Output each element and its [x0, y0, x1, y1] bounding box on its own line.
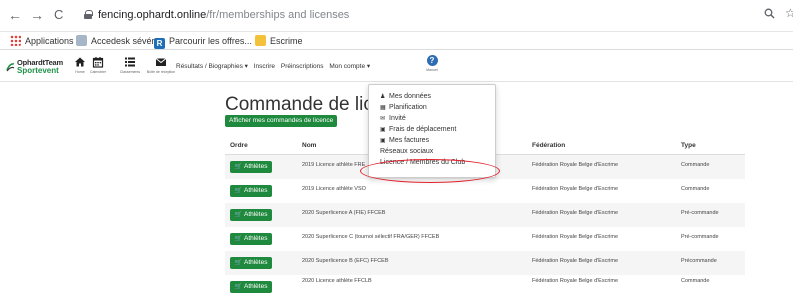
- menu-item-my-data[interactable]: ♟ Mes données: [369, 91, 495, 102]
- cell-nom: 2020 Superlicence A (FIE) FFCEB: [302, 210, 386, 216]
- table-row: 🛒 Athlètes 2019 Licence athlète VSO Fédér…: [225, 179, 745, 203]
- bookmark-parcourir[interactable]: R Parcourir les offres...: [154, 35, 252, 49]
- column-header-type[interactable]: Type: [681, 142, 696, 149]
- nav-inbox[interactable]: Boîte de réception: [146, 56, 176, 74]
- folder-icon: [255, 35, 266, 46]
- athletes-button[interactable]: 🛒 Athlètes: [230, 185, 272, 197]
- my-account-dropdown: ♟ Mes données ▦ Planification ✉ Invité ▣ Fra…: [368, 84, 496, 178]
- help-icon: ?: [426, 55, 438, 66]
- cell-federation: Fédération Royale Belge d'Escrime: [532, 162, 619, 168]
- url-host: fencing.ophardt.online: [98, 9, 207, 21]
- athletes-button[interactable]: 🛒 Athlètes: [230, 257, 272, 269]
- cell-federation: Fédération Royale Belge d'Escrime: [532, 278, 619, 284]
- calendar-icon: [92, 57, 104, 68]
- table-row: 🛒 Athlètes 2020 Superlicence A (FIE) FFCE…: [225, 203, 745, 227]
- logo-mark-icon: [6, 63, 15, 72]
- athletes-button[interactable]: 🛒 Athlètes: [230, 281, 272, 293]
- cart-icon: 🛒: [234, 284, 242, 290]
- r-icon: R: [154, 38, 165, 49]
- forward-button[interactable]: →: [30, 8, 44, 22]
- cell-type: Pré-commande: [681, 234, 719, 240]
- lock-icon: [84, 10, 93, 19]
- cart-icon: 🛒: [234, 188, 242, 194]
- menu-my-account[interactable]: Mon compte ▾: [329, 63, 370, 70]
- column-header-nom[interactable]: Nom: [302, 142, 316, 149]
- home-icon: [75, 57, 85, 67]
- nav-rankings[interactable]: Classements: [118, 56, 142, 74]
- table-row: 🛒 Athlètes 2020 Superlicence B (EFC) FFCE…: [225, 251, 745, 275]
- menu-item-planning[interactable]: ▦ Planification: [369, 102, 495, 113]
- cell-type: Commande: [681, 186, 710, 192]
- cart-icon: 🛒: [234, 164, 242, 170]
- cell-nom: 2019 Licence athlète FRE: [302, 162, 366, 168]
- cart-icon: 🛒: [234, 236, 242, 242]
- bookmarks-bar: Applications Accedesk sévérer R Parcourir…: [0, 32, 793, 50]
- ophardt-logo[interactable]: OphardtTeam Sportevent: [6, 58, 68, 78]
- menu-preregistrations[interactable]: Préinscriptions: [281, 63, 324, 70]
- column-header-federation[interactable]: Fédération: [532, 142, 565, 149]
- athletes-button[interactable]: 🛒 Athlètes: [230, 161, 272, 173]
- mail-icon: [155, 58, 167, 66]
- url-path: /fr/memberships and licenses: [206, 9, 350, 21]
- site-header: OphardtTeam Sportevent Home Calendrier C…: [0, 52, 793, 82]
- help-button[interactable]: ? Manuel: [422, 55, 442, 72]
- back-button[interactable]: ←: [8, 8, 22, 22]
- show-my-orders-button[interactable]: Afficher mes commandes de licence: [225, 115, 338, 127]
- cell-nom: 2019 Licence athlète VSO: [302, 186, 366, 192]
- nav-calendar[interactable]: Calendrier: [86, 56, 110, 74]
- cell-type: Pré-commande: [681, 210, 719, 216]
- table-row: 🛒 Athlètes 2020 Licence athlète FFCLB Féd…: [225, 275, 745, 293]
- athletes-button[interactable]: 🛒 Athlètes: [230, 209, 272, 221]
- cell-federation: Fédération Royale Belge d'Escrime: [532, 258, 619, 264]
- menu-item-invite[interactable]: ✉ Invité: [369, 113, 495, 124]
- column-header-ordre[interactable]: Ordre: [230, 142, 248, 149]
- cell-nom: 2020 Superlicence B (EFC) FFCEB: [302, 258, 389, 264]
- cell-type: Commande: [681, 162, 710, 168]
- logo-text-bottom: Sportevent: [17, 66, 59, 75]
- cell-nom: 2020 Licence athlète FFCLB: [302, 278, 372, 284]
- address-bar[interactable]: fencing.ophardt.online/fr/memberships an…: [84, 4, 744, 26]
- table-row: 🛒 Athlètes 2020 Superlicence C (tournoi s…: [225, 227, 745, 251]
- cart-icon: 🛒: [234, 260, 242, 266]
- cell-type: Précommande: [681, 258, 717, 264]
- main-menu: Résultats / Biographies ▾ Inscrire Préin…: [176, 62, 374, 70]
- bookmark-applications[interactable]: Applications: [10, 35, 74, 47]
- menu-item-travel-costs[interactable]: ▣ Frais de déplacement: [369, 124, 495, 135]
- search-icon[interactable]: [764, 8, 775, 22]
- menu-results[interactable]: Résultats / Biographies ▾: [176, 63, 248, 70]
- browser-toolbar: ← → C fencing.ophardt.online/fr/membersh…: [0, 0, 793, 32]
- cart-icon: 🛒: [234, 212, 242, 218]
- cell-federation: Fédération Royale Belge d'Escrime: [532, 186, 619, 192]
- cell-federation: Fédération Royale Belge d'Escrime: [532, 210, 619, 216]
- page-icon: [76, 35, 87, 46]
- reload-button[interactable]: C: [54, 8, 63, 22]
- menu-item-club-license[interactable]: Licence / Membres du Club: [369, 157, 495, 168]
- list-icon: [125, 57, 135, 67]
- cell-type: Commande: [681, 278, 710, 284]
- menu-register[interactable]: Inscrire: [254, 63, 275, 70]
- bookmark-escrime[interactable]: Escrime: [255, 35, 303, 47]
- cell-nom: 2020 Superlicence C (tournoi sélectif FR…: [302, 234, 440, 240]
- athletes-button[interactable]: 🛒 Athlètes: [230, 233, 272, 245]
- apps-grid-icon: [10, 35, 21, 46]
- bookmark-accedesk[interactable]: Accedesk sévérer: [76, 35, 163, 47]
- menu-item-my-invoices[interactable]: ▣ Mes factures: [369, 135, 495, 146]
- cell-federation: Fédération Royale Belge d'Escrime: [532, 234, 619, 240]
- menu-item-social-networks[interactable]: Réseaux sociaux: [369, 146, 495, 157]
- star-icon[interactable]: ☆: [785, 6, 793, 20]
